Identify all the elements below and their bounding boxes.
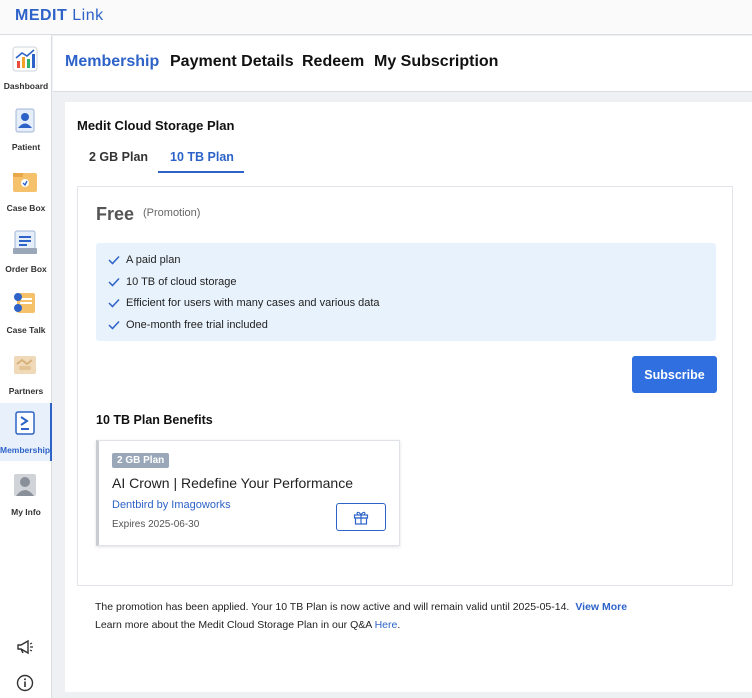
qa-text: Learn more about the Medit Cloud Storage…: [95, 619, 372, 631]
dashboard-icon: [12, 46, 38, 72]
partners-icon: [14, 356, 36, 374]
feature-text: Efficient for users with many cases and …: [126, 297, 380, 309]
plan-price: Free: [96, 204, 135, 224]
sidebar-item-label: Case Talk: [6, 325, 46, 335]
feature-text: One-month free trial included: [126, 319, 268, 331]
sidebar-item-label: Order Box: [5, 264, 47, 274]
sidebar-item-dashboard[interactable]: Dashboard: [0, 39, 52, 97]
feature-text: 10 TB of cloud storage: [126, 276, 237, 288]
brand-logo: MEDIT Link: [15, 7, 104, 24]
info-icon[interactable]: [13, 671, 37, 695]
sidebar-item-label: Dashboard: [3, 81, 49, 91]
promotion-note: The promotion has been applied. Your 10 …: [95, 601, 627, 613]
patient-icon: [15, 108, 35, 133]
main-panel: Medit Cloud Storage Plan 2 GB Plan 10 TB…: [65, 102, 752, 692]
qa-text-suffix: .: [397, 619, 401, 631]
feature-text: A paid plan: [126, 254, 181, 266]
sidebar-item-membership[interactable]: Membership: [0, 403, 52, 461]
promotion-text: The promotion has been applied. Your 10 …: [95, 601, 570, 613]
subscribe-button[interactable]: Subscribe: [632, 356, 717, 393]
sidebar-item-label: My Info: [11, 507, 41, 517]
check-icon: [108, 277, 120, 287]
plan-card: Free (Promotion) A paid plan 10 TB of cl…: [77, 186, 733, 586]
tab-10tb-plan[interactable]: 10 TB Plan: [170, 150, 234, 164]
sidebar-item-partners[interactable]: Partners: [0, 344, 52, 402]
case-box-icon: [13, 173, 37, 192]
benefit-card: 2 GB Plan AI Crown | Redefine Your Perfo…: [96, 440, 400, 546]
sidebar-item-patient[interactable]: Patient: [0, 100, 52, 158]
page-title: Medit Cloud Storage Plan: [77, 118, 235, 133]
check-icon: [108, 298, 120, 308]
sidebar-item-label: Membership: [0, 445, 51, 455]
sidebar-item-label: Partners: [8, 386, 44, 396]
price-note: (Promotion): [143, 207, 201, 219]
sidebar: Dashboard Patient Case Box Order Box Cas…: [0, 35, 52, 698]
benefit-vendor-link[interactable]: Dentbird by Imagoworks: [112, 499, 231, 511]
plan-badge: 2 GB Plan: [112, 453, 170, 468]
view-more-link[interactable]: View More: [575, 601, 627, 613]
active-tab-indicator: [158, 171, 244, 173]
title-bar: MEDIT Link: [0, 0, 752, 35]
benefit-expiry: Expires 2025-06-30: [112, 519, 200, 530]
check-icon: [108, 255, 120, 265]
case-talk-icon: [14, 293, 35, 313]
megaphone-icon[interactable]: [13, 635, 37, 659]
sidebar-item-case-box[interactable]: Case Box: [0, 161, 52, 219]
gift-icon: [353, 511, 369, 525]
gift-button[interactable]: [336, 503, 386, 531]
order-box-icon: [13, 230, 37, 254]
sidebar-item-label: Patient: [11, 142, 41, 152]
top-tab-bar: Membership Payment Details Redeem My Sub…: [53, 36, 752, 92]
tab-payment-details[interactable]: Payment Details: [170, 53, 294, 71]
tab-redeem[interactable]: Redeem: [302, 53, 364, 71]
benefits-heading: 10 TB Plan Benefits: [96, 413, 213, 427]
check-icon: [108, 320, 120, 330]
qa-note: Learn more about the Medit Cloud Storage…: [95, 619, 400, 631]
tab-membership[interactable]: Membership: [65, 53, 159, 71]
here-link[interactable]: Here: [375, 619, 398, 631]
sidebar-item-label: Case Box: [6, 203, 46, 213]
sidebar-item-case-talk[interactable]: Case Talk: [0, 283, 52, 341]
benefit-title: AI Crown | Redefine Your Performance: [112, 475, 353, 491]
my-info-icon: [14, 474, 36, 496]
tab-my-subscription[interactable]: My Subscription: [374, 53, 498, 71]
sidebar-item-order-box[interactable]: Order Box: [0, 222, 52, 280]
feature-list: A paid plan 10 TB of cloud storage Effic…: [96, 243, 716, 341]
sidebar-item-my-info[interactable]: My Info: [0, 465, 52, 523]
tab-2gb-plan[interactable]: 2 GB Plan: [89, 150, 148, 164]
membership-icon: [15, 411, 35, 435]
